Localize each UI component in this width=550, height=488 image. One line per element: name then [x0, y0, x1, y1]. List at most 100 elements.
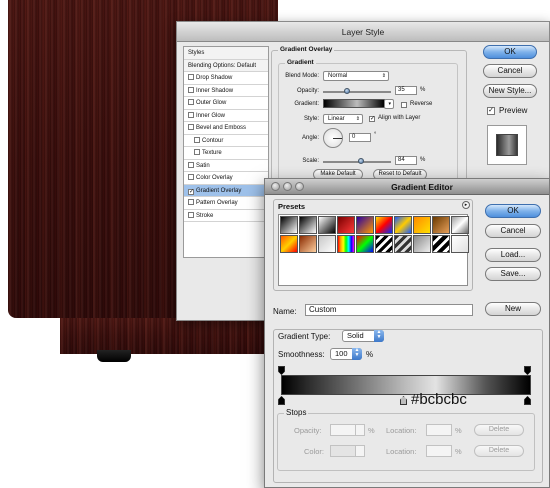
blend-mode-label: Blend Mode:: [285, 73, 319, 79]
stop-color-arrow[interactable]: [355, 445, 365, 457]
ge-cancel-button[interactable]: Cancel: [485, 224, 541, 238]
gradient-preset-swatch[interactable]: [375, 235, 393, 253]
styles-list-item[interactable]: Inner Glow: [184, 110, 268, 122]
styles-list-item-label: Texture: [202, 150, 222, 156]
style-checkbox[interactable]: [194, 136, 200, 143]
presets-grid: [278, 214, 469, 286]
gradient-preset-swatch[interactable]: [432, 235, 450, 253]
gradient-preset-swatch[interactable]: [299, 235, 317, 253]
stop-opacity-arrow[interactable]: [355, 424, 365, 436]
delete-opacity-stop-button[interactable]: Delete: [474, 424, 524, 436]
stop-color-swatch[interactable]: [330, 445, 356, 457]
style-checkbox[interactable]: [188, 124, 194, 130]
gradient-preset-swatch[interactable]: [451, 235, 469, 253]
ge-ok-button[interactable]: OK: [485, 204, 541, 218]
cancel-button[interactable]: Cancel: [483, 64, 537, 78]
smoothness-percent: %: [366, 350, 374, 359]
gradient-type-label: Gradient Type:: [278, 332, 331, 341]
style-checkbox[interactable]: [188, 161, 194, 168]
style-checkbox[interactable]: [188, 74, 194, 80]
styles-list-item[interactable]: Texture: [184, 147, 268, 160]
presets-menu-icon[interactable]: ▸: [462, 201, 470, 209]
load-button[interactable]: Load...: [485, 248, 541, 262]
gradient-preset-swatch[interactable]: [318, 216, 336, 234]
layer-style-title: Layer Style: [177, 22, 549, 42]
scale-slider-track[interactable]: [323, 161, 391, 163]
delete-color-stop-button[interactable]: Delete: [474, 445, 524, 457]
opacity-slider-track[interactable]: [323, 91, 391, 93]
styles-list-item[interactable]: Styles: [184, 47, 268, 60]
gradient-bar[interactable]: [281, 375, 531, 395]
styles-list-item[interactable]: Stroke: [184, 210, 268, 222]
gradient-preset-swatch[interactable]: [337, 235, 355, 253]
gradient-preset-swatch[interactable]: [318, 235, 336, 253]
style-checkbox[interactable]: ✓: [188, 188, 194, 195]
style-label: Style:: [303, 116, 319, 122]
gradient-picker-arrow[interactable]: ▾: [384, 99, 394, 109]
style-checkbox[interactable]: [188, 99, 194, 105]
reverse-checkbox[interactable]: [401, 102, 407, 108]
stop-color-location-input[interactable]: [426, 445, 452, 457]
opacity-slider-knob[interactable]: [343, 88, 350, 94]
new-gradient-button[interactable]: New: [485, 302, 541, 316]
save-button[interactable]: Save...: [485, 267, 541, 281]
style-checkbox[interactable]: [188, 211, 194, 218]
angle-input[interactable]: 0: [349, 133, 371, 142]
reverse-label: Reverse: [410, 101, 433, 107]
gradient-preset-swatch[interactable]: [337, 216, 355, 234]
stop-opacity-location-label: Location:: [386, 426, 417, 435]
gradient-preset-swatch[interactable]: [356, 216, 374, 234]
gradient-preset-swatch[interactable]: [394, 216, 412, 234]
blend-mode-value: Normal: [328, 73, 348, 79]
styles-list-item[interactable]: Outer Glow: [184, 97, 268, 110]
style-checkbox[interactable]: [194, 149, 200, 155]
styles-list-item[interactable]: Color Overlay: [184, 172, 268, 185]
gradient-name-input[interactable]: Custom: [305, 304, 473, 316]
style-checkbox[interactable]: [188, 199, 194, 205]
blend-mode-select[interactable]: Normal ⇕: [323, 71, 389, 81]
opacity-input[interactable]: 35: [395, 86, 417, 95]
gradient-editor-titlebar: Gradient Editor: [265, 179, 549, 195]
gradient-preset-swatch[interactable]: [451, 216, 469, 234]
style-checkbox[interactable]: [188, 174, 194, 180]
gradient-preset-swatch[interactable]: [394, 235, 412, 253]
styles-list-item[interactable]: Drop Shadow: [184, 72, 268, 85]
scale-label: Scale:: [302, 158, 319, 164]
styles-list-item[interactable]: Satin: [184, 160, 268, 172]
gradient-preset-swatch[interactable]: [413, 235, 431, 253]
styles-list-item[interactable]: Pattern Overlay: [184, 197, 268, 210]
align-with-layer-checkbox[interactable]: ✓: [369, 116, 375, 122]
style-checkbox[interactable]: [188, 111, 194, 118]
gradient-preset-swatch[interactable]: [356, 235, 374, 253]
styles-list-item[interactable]: ✓ Gradient Overlay: [184, 184, 268, 197]
stop-opacity-location-input[interactable]: [426, 424, 452, 436]
gradient-preview-swatch[interactable]: [323, 99, 385, 108]
gradient-preset-swatch[interactable]: [280, 235, 298, 253]
preview-checkbox[interactable]: ✓: [487, 107, 495, 115]
styles-list-item[interactable]: Contour: [184, 135, 268, 147]
gradient-preset-swatch[interactable]: [432, 216, 450, 234]
scale-slider-knob[interactable]: [358, 158, 365, 164]
style-checkbox[interactable]: [188, 86, 194, 93]
new-style-button[interactable]: New Style...: [483, 84, 537, 98]
gradient-type-select[interactable]: Solid ▲ ▼: [342, 330, 384, 342]
gradient-preset-swatch[interactable]: [413, 216, 431, 234]
gradient-preset-swatch[interactable]: [375, 216, 393, 234]
angle-dial[interactable]: [323, 128, 343, 148]
stop-opacity-input[interactable]: [330, 424, 356, 436]
opacity-label: Opacity:: [296, 88, 319, 94]
styles-list-item[interactable]: Blending Options: Default: [184, 59, 268, 72]
ok-button[interactable]: OK: [483, 45, 537, 59]
style-select[interactable]: Linear ⇕: [323, 114, 363, 124]
gradient-preset-swatch[interactable]: [299, 216, 317, 234]
styles-list-item[interactable]: Bevel and Emboss: [184, 122, 268, 135]
minimize-window-icon[interactable]: [283, 182, 292, 191]
styles-list-item-label: Blending Options: Default: [188, 62, 257, 69]
degree-symbol: °: [374, 132, 377, 138]
smoothness-select[interactable]: 100 ▲ ▼: [330, 348, 362, 360]
scale-input[interactable]: 84: [395, 156, 417, 165]
zoom-window-icon[interactable]: [295, 182, 304, 191]
close-window-icon[interactable]: [271, 182, 280, 191]
gradient-preset-swatch[interactable]: [280, 216, 298, 234]
styles-list-item[interactable]: Inner Shadow: [184, 85, 268, 97]
